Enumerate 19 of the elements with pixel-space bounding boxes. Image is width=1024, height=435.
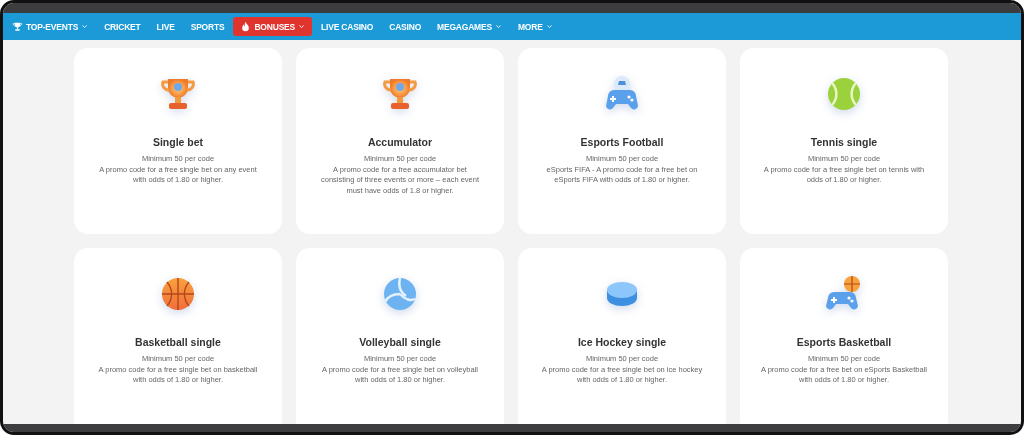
nav-link[interactable]: SPORTS (183, 17, 232, 36)
nav-link[interactable]: CASINO (382, 17, 429, 36)
card-title: Volleyball single (359, 336, 441, 348)
nav-link[interactable]: MEGAGAMES (430, 17, 509, 36)
flame-icon (240, 21, 252, 32)
nav-link[interactable]: LIVE (149, 17, 182, 36)
card-title: Single bet (152, 136, 204, 148)
card-title: Esports Football (580, 136, 664, 148)
card-title: Basketball single (135, 336, 221, 348)
nav-link[interactable]: MORE (510, 17, 560, 36)
nav-link[interactable]: TOP-EVENTS (5, 17, 96, 36)
card-title: Accumulator (367, 136, 433, 148)
trophy-icon (12, 21, 23, 32)
card-title: Ice Hockey single (577, 336, 667, 348)
card-title: Tennis single (810, 136, 878, 148)
nav-link[interactable]: LIVE CASINO (314, 17, 381, 36)
nav-link[interactable]: CRICKET (97, 17, 148, 36)
card-title: Esports Basketball (796, 336, 892, 348)
nav-link[interactable]: BONUSES (233, 17, 313, 36)
